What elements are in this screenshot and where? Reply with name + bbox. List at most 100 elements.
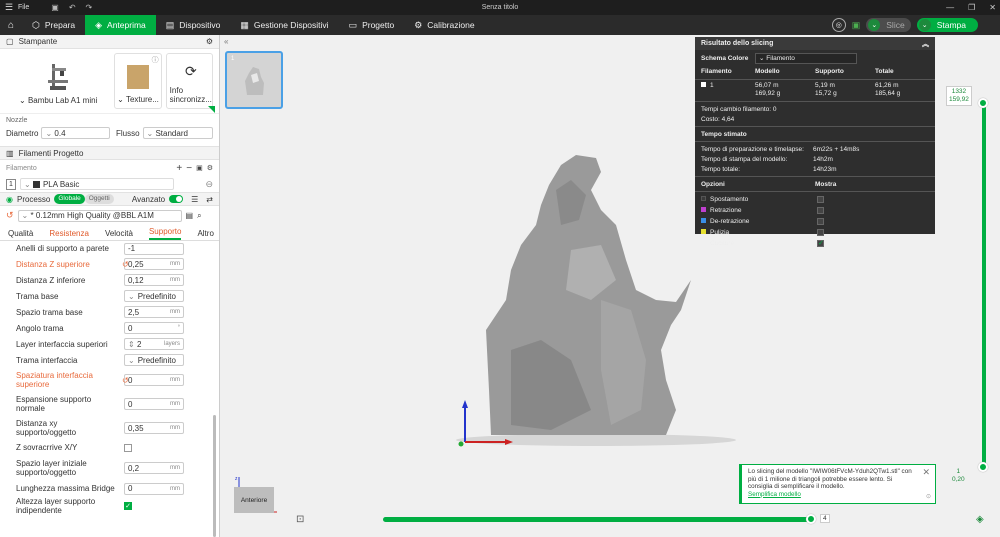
diameter-select[interactable]: ⌄ 0.4	[41, 127, 110, 139]
subtab-qualita[interactable]: Qualità	[8, 229, 33, 240]
network-icon[interactable]: ◎	[831, 18, 846, 32]
move-slider-track[interactable]	[383, 517, 811, 522]
plate-thumbnail[interactable]: 1	[225, 51, 283, 109]
nozzle-row: Diametro ⌄ 0.4 Flusso ⌄ Standard	[0, 125, 219, 141]
file-menu[interactable]: File	[18, 4, 29, 11]
reset-icon[interactable]: ↺	[122, 376, 129, 385]
show-checkbox[interactable]: ✓	[817, 240, 824, 247]
param-input[interactable]: 0,35 mm	[124, 422, 184, 434]
list-icon[interactable]: ☰	[191, 195, 198, 204]
param-select[interactable]: ⌄ Predefinito	[124, 290, 184, 302]
collapse-icon[interactable]: «	[224, 37, 228, 46]
param-input[interactable]: 0 mm	[124, 482, 184, 495]
time-row: Tempo di stampa del modello: 14h2m	[701, 155, 833, 163]
filament-slot-row: 1 ⌄ PLA Basic ⊖	[0, 176, 219, 192]
global-pill[interactable]: Globale	[54, 194, 85, 204]
add-icon[interactable]: +	[176, 163, 182, 174]
reset-icon[interactable]: ↺	[122, 260, 129, 269]
param-select[interactable]: ⌄ Predefinito	[124, 354, 184, 366]
view-cube[interactable]: Anteriore	[234, 487, 274, 513]
chevron-down-icon: ⌄	[45, 128, 55, 138]
fit-view-icon[interactable]: ⊡	[296, 514, 304, 525]
param-checkbox[interactable]	[124, 443, 132, 452]
grid-icon: ▦	[240, 19, 249, 30]
tab-dispositivo[interactable]: ▤ Dispositivo	[156, 15, 231, 35]
layer-slider-track[interactable]	[982, 100, 986, 470]
subtab-altro[interactable]: Altro	[197, 229, 213, 240]
subtab-supporto[interactable]: Supporto	[148, 227, 182, 240]
gear-icon[interactable]: ⚙	[207, 164, 213, 172]
close-icon[interactable]: ✕	[989, 3, 996, 12]
multi-device-icon[interactable]: ▣	[852, 20, 861, 31]
plate-type-selector[interactable]: ⓘ ⌄ Texture...	[114, 53, 162, 109]
gear-icon[interactable]: ⚙	[206, 37, 213, 46]
param-row: Distanza xy supporto/oggetto 0,35 mm	[16, 416, 219, 440]
flow-select[interactable]: ⌄ Standard	[142, 127, 213, 139]
tab-calibrazione[interactable]: ⚙ Calibrazione	[404, 15, 484, 35]
slice-button[interactable]: ⌄ Slice	[866, 18, 911, 32]
reset-icon[interactable]: ↺	[6, 210, 14, 221]
sync-info-button[interactable]: ⟳ Info sincronizz...	[165, 53, 214, 109]
param-input[interactable]: 0,2 mm	[124, 462, 184, 474]
objects-pill[interactable]: Oggetti	[84, 194, 114, 204]
move-slider-handle[interactable]	[806, 514, 816, 524]
print-dropdown-icon[interactable]: ⌄	[918, 19, 931, 31]
tab-progetto[interactable]: ▭ Progetto	[339, 15, 405, 35]
calibration-icon: ⚙	[414, 19, 423, 30]
edit-icon[interactable]: ▣	[196, 164, 203, 172]
move-slider-value: 4	[820, 514, 830, 523]
subtab-resistenza[interactable]: Resistenza	[49, 229, 89, 240]
search-icon[interactable]: ⌕	[197, 211, 201, 221]
param-input[interactable]: 0,25 mm	[124, 258, 184, 270]
param-input[interactable]: 0 °	[124, 322, 184, 334]
param-input[interactable]: 0,12 mm	[124, 274, 184, 286]
sidebar-scrollbar[interactable]	[213, 415, 216, 537]
show-checkbox[interactable]	[817, 229, 824, 236]
maximize-icon[interactable]: ❐	[968, 3, 975, 12]
hamburger-menu-icon[interactable]: ☰	[5, 2, 15, 13]
redo-icon[interactable]: ↷	[86, 3, 93, 12]
slice-dropdown-icon[interactable]: ⌄	[868, 19, 881, 31]
subtab-velocita[interactable]: Velocità	[105, 229, 133, 240]
param-spinner[interactable]: ⇕ 2 layers	[124, 338, 184, 350]
param-input[interactable]: 0 mm	[124, 398, 184, 410]
param-input[interactable]: -1	[124, 242, 184, 255]
pin-icon[interactable]: ⊙	[926, 494, 931, 502]
print-button[interactable]: ⌄ Stampa	[916, 18, 978, 32]
process-section-header: ◉ Processo Globale Oggetti Avanzato ☰ ⇄	[0, 192, 219, 206]
show-checkbox[interactable]	[817, 218, 824, 225]
info-icon[interactable]: ⓘ	[152, 55, 159, 65]
show-checkbox[interactable]	[817, 207, 824, 214]
home-icon[interactable]: ⌂	[0, 20, 22, 31]
minus-circle-icon[interactable]: ⊖	[205, 179, 213, 190]
remove-icon[interactable]: −	[186, 163, 192, 174]
color-scheme-select[interactable]: ⌄ Filamento	[755, 52, 857, 64]
advanced-toggle[interactable]	[169, 195, 184, 203]
slot-number[interactable]: 1	[6, 178, 16, 190]
move-slider[interactable]	[383, 514, 816, 524]
tab-prepara[interactable]: ⬡ Prepara	[22, 15, 85, 35]
param-checkbox[interactable]: ✓	[124, 502, 132, 510]
tab-anteprima[interactable]: ◈ Anteprima	[85, 15, 156, 35]
simplify-model-link[interactable]: Semplifica modello	[748, 491, 801, 498]
filament-select[interactable]: ⌄ PLA Basic	[20, 178, 174, 190]
undo-icon[interactable]: ↶	[69, 3, 76, 12]
layer-slider-top-handle[interactable]	[978, 98, 988, 108]
param-input[interactable]: 0 mm	[124, 374, 184, 386]
param-input[interactable]: 2,5 mm	[124, 306, 184, 318]
model-thumbnail-icon	[245, 67, 264, 95]
process-profile-select[interactable]: ⌄ * 0.12mm High Quality @BBL A1M	[17, 209, 182, 222]
close-icon[interactable]: ✕	[922, 468, 930, 477]
color-swatch	[32, 180, 40, 188]
printer-selector[interactable]: ⌄ Bambu Lab A1 mini	[6, 53, 110, 109]
tab-gestione-dispositivi[interactable]: ▦ Gestione Dispositivi	[230, 15, 338, 35]
show-checkbox[interactable]	[817, 196, 824, 203]
collapse-up-icon[interactable]: ︽	[922, 39, 929, 49]
save-icon[interactable]: ▤	[186, 211, 194, 220]
layer-slider-bottom-handle[interactable]	[978, 462, 988, 472]
save-icon[interactable]: ▣	[51, 3, 59, 12]
layers-stack-icon[interactable]: ◈	[976, 514, 984, 525]
compare-icon[interactable]: ⇄	[206, 195, 213, 204]
minimize-icon[interactable]: —	[946, 3, 954, 12]
layer-slider[interactable]	[978, 98, 988, 472]
